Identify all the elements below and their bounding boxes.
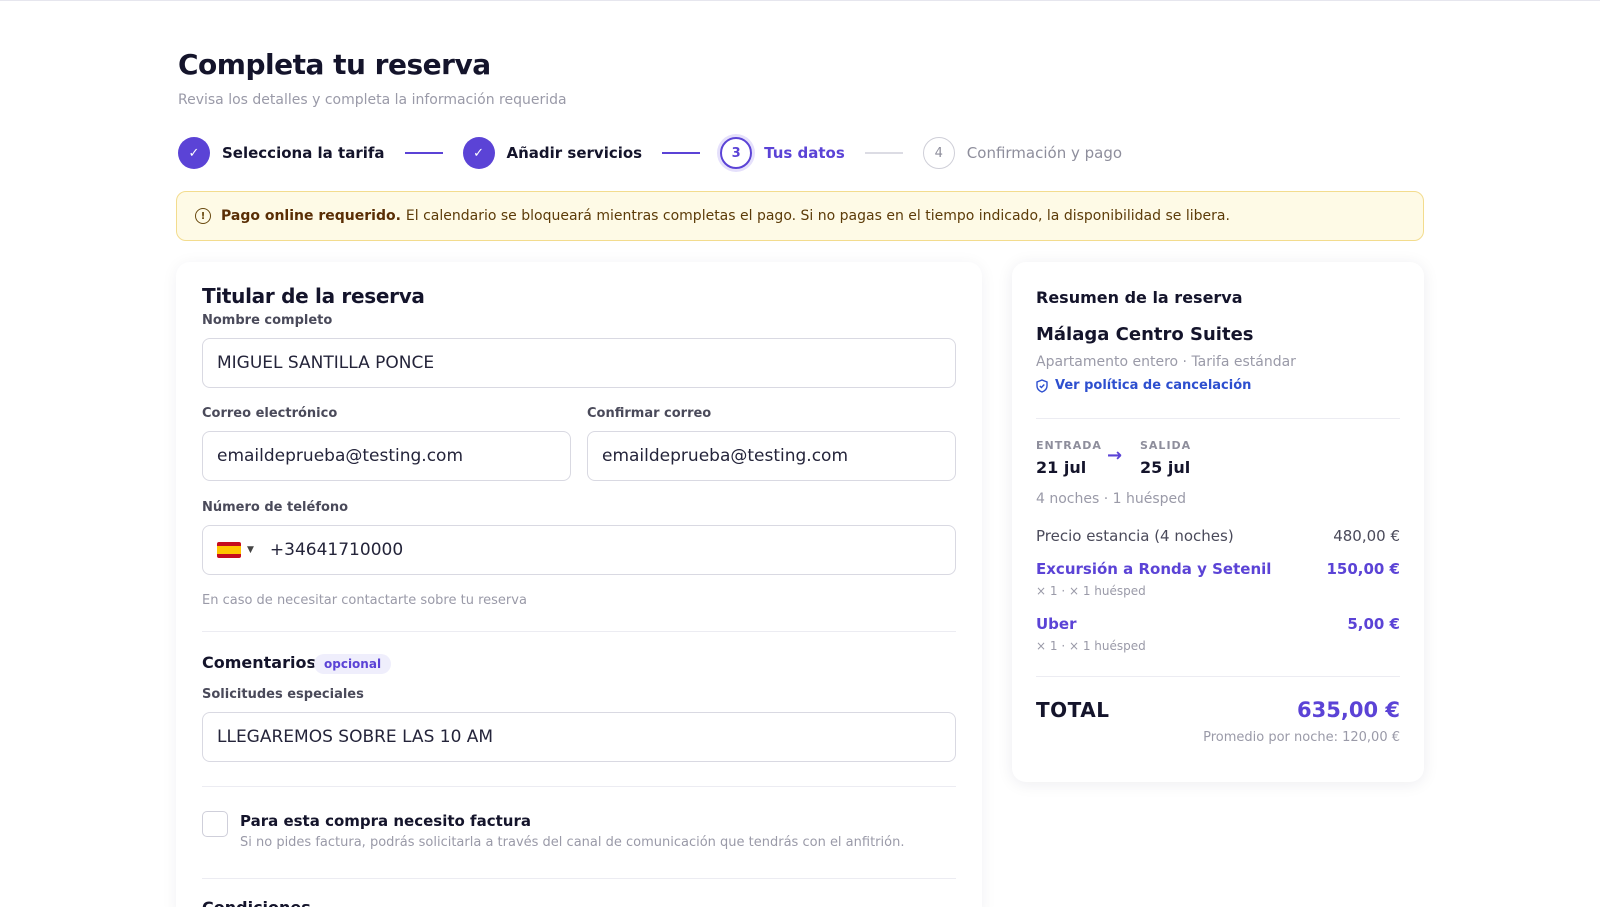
stay-price-label: Precio estancia (4 noches) [1036,527,1234,545]
service-row: Excursión a Ronda y Setenil 150,00 € [1036,560,1400,578]
payment-alert: ! Pago online requerido. El calendario s… [176,191,1424,241]
full-name-label: Nombre completo [202,313,333,328]
invoice-label[interactable]: Para esta compra necesito factura [240,812,531,830]
check-icon: ✓ [462,137,495,169]
caret-down-icon[interactable]: ▼ [247,545,254,555]
confirm-email-label: Confirmar correo [587,406,712,421]
section-title: Titular de la reserva [202,284,425,308]
page-subtitle: Revisa los detalles y completa la inform… [178,92,567,108]
step-connector [662,152,701,154]
step-label: Añadir servicios [506,144,643,162]
full-name-input[interactable] [202,338,956,388]
service-price: 5,00 € [1347,615,1400,633]
spain-flag-icon[interactable] [217,542,241,558]
policy-link-label: Ver política de cancelación [1055,378,1252,393]
service-name: Excursión a Ronda y Setenil [1036,560,1272,578]
divider [1036,676,1400,677]
accommodation-type: Apartamento entero · Tarifa estándar [1036,354,1296,370]
invoice-checkbox[interactable] [202,811,228,837]
avg-per-night: Promedio por noche: 120,00 € [1203,730,1400,745]
step-number: 3 [720,137,753,169]
special-requests-input[interactable] [202,712,956,762]
step-confirmation-payment: 4 Confirmación y pago [922,137,1123,169]
stay-price-value: 480,00 € [1333,527,1400,545]
page-title: Completa tu reserva [178,48,491,81]
email-input[interactable] [202,431,571,481]
phone-help: En caso de necesitar contactarte sobre t… [202,593,527,608]
service-name: Uber [1036,615,1077,633]
check-icon: ✓ [178,137,210,169]
summary-title: Resumen de la reserva [1036,288,1243,307]
checkin-label: ENTRADA [1036,439,1102,452]
top-border [0,0,1600,1]
stepper: ✓ Selecciona la tarifa ✓ Añadir servicio… [178,137,1122,169]
price-row: Precio estancia (4 noches) 480,00 € [1036,527,1400,545]
checkout-date: 25 jul [1140,458,1191,477]
stay-info: 4 noches · 1 huésped [1036,491,1187,507]
email-label: Correo electrónico [202,406,338,421]
optional-badge: opcional [314,654,392,674]
checkin-date: 21 jul [1036,458,1087,477]
conditions-title: Condiciones [202,898,311,907]
step-add-services[interactable]: ✓ Añadir servicios [462,137,643,169]
divider [202,631,956,632]
phone-field: ▼ [202,525,956,575]
invoice-help: Si no pides factura, podrás solicitarla … [240,835,905,850]
shield-check-icon [1036,378,1048,393]
phone-input[interactable] [269,540,870,560]
hotel-name: Málaga Centro Suites [1036,324,1254,345]
alert-text: El calendario se bloqueará mientras comp… [405,208,1230,224]
alert-title: Pago online requerido. [221,208,401,224]
service-row: Uber 5,00 € [1036,615,1400,633]
confirm-email-input[interactable] [587,431,956,481]
step-select-rate[interactable]: ✓ Selecciona la tarifa [178,137,385,169]
divider [202,878,956,879]
step-number: 4 [922,137,955,169]
step-your-data: 3 Tus datos [720,137,845,169]
step-label: Tus datos [764,144,845,162]
divider [1036,418,1400,419]
service-note: × 1 · × 1 huésped [1036,639,1146,653]
cancellation-policy-link[interactable]: Ver política de cancelación [1036,378,1251,393]
divider [202,786,956,787]
service-note: × 1 · × 1 huésped [1036,584,1146,598]
phone-label: Número de teléfono [202,500,349,515]
service-price: 150,00 € [1326,560,1400,578]
step-label: Confirmación y pago [966,144,1123,162]
checkout-label: SALIDA [1140,439,1192,452]
total-value: 635,00 € [1297,698,1400,722]
comments-title: Comentarios [202,653,316,672]
total-label: TOTAL [1036,698,1110,722]
special-requests-label: Solicitudes especiales [202,687,364,702]
booking-holder-form: Titular de la reserva Nombre completo Co… [176,262,982,907]
arrow-right-icon: → [1107,445,1123,466]
total-row: TOTAL 635,00 € [1036,698,1400,722]
info-icon: ! [195,208,211,224]
step-connector [864,152,903,154]
step-connector [404,152,443,154]
booking-summary: Resumen de la reserva Málaga Centro Suit… [1012,262,1424,782]
step-label: Selecciona la tarifa [222,144,385,162]
